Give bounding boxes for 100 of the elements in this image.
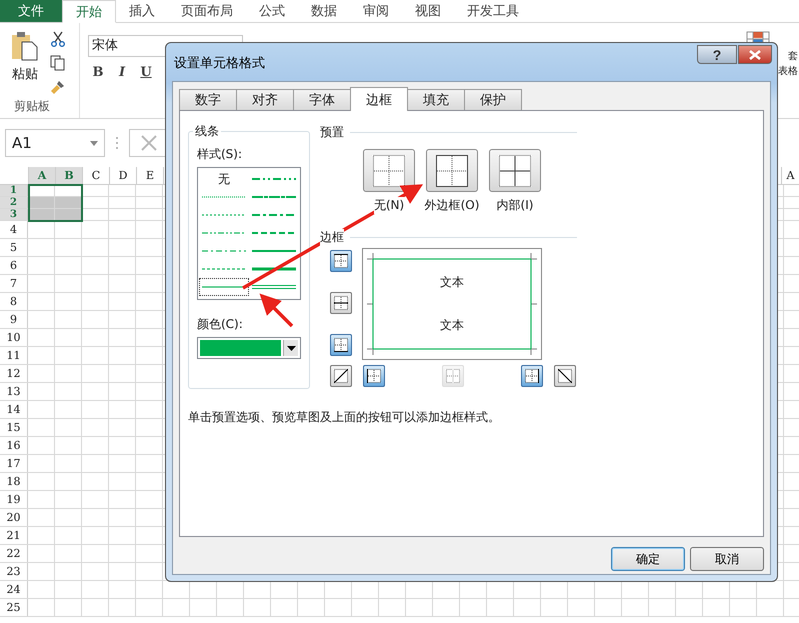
dialog-tab[interactable]: 填充 [407,89,465,110]
section-title: 边框 [320,228,344,246]
row-header[interactable]: 8 [0,293,28,310]
border-button[interactable] [330,292,352,314]
row-header[interactable]: 24 [0,581,28,598]
close-button[interactable] [738,45,772,64]
scissors-icon[interactable] [50,31,66,47]
preset-label: 外边框(O) [424,197,480,214]
row-header[interactable]: 19 [0,491,28,508]
border-button[interactable] [363,365,385,387]
close-icon [139,133,159,153]
selected-cell[interactable] [55,197,82,208]
row-header[interactable]: 7 [0,275,28,292]
dialog-tab[interactable]: 边框 [350,87,408,111]
column-header[interactable]: E [137,167,164,184]
dialog-tab[interactable]: 字体 [293,89,351,110]
row-header[interactable]: 1 [0,185,28,196]
line-style-icon [252,284,296,290]
color-dropdown[interactable] [197,337,301,359]
dropdown-icon[interactable] [90,140,98,146]
border-button[interactable] [330,334,352,356]
row-header[interactable]: 5 [0,239,28,256]
row-header[interactable]: 13 [0,383,28,400]
column-header[interactable]: C [83,167,110,184]
format-button[interactable]: U [136,65,156,80]
brush-icon[interactable] [50,79,66,95]
section-title: 预置 [320,124,344,140]
line-style-option[interactable] [199,278,249,296]
border-button[interactable] [330,250,352,272]
row-header[interactable]: 6 [0,257,28,274]
ribbon-tab[interactable]: 公式 [246,0,298,22]
row-header[interactable]: 17 [0,455,28,472]
row-header[interactable]: 9 [0,311,28,328]
dialog-button[interactable]: 确定 [611,547,685,571]
line-style-icon [252,230,296,236]
column-header[interactable]: A [781,167,799,184]
border-button[interactable] [521,365,543,387]
row-header[interactable]: 10 [0,329,28,346]
row-header[interactable]: 2 [0,197,28,208]
column-header[interactable]: A [29,167,56,184]
border-button[interactable] [554,365,576,387]
selected-cell[interactable] [28,209,55,220]
line-style-icon [252,266,296,272]
ribbon-label[interactable]: 套 [788,49,798,64]
row-header[interactable]: 18 [0,473,28,490]
row-header[interactable]: 12 [0,365,28,382]
ribbon-tab[interactable]: 视图 [402,0,454,22]
clipboard-icon[interactable] [10,31,40,61]
name-box[interactable]: A1 [5,129,105,157]
line-style-icon [252,212,296,218]
dialog-tab[interactable]: 保护 [464,89,522,110]
ribbon-label[interactable]: 表格 [778,64,798,79]
column-header[interactable]: D [110,167,137,184]
ribbon-tab[interactable]: 数据 [298,0,350,22]
ribbon-tab[interactable]: 开发工具 [454,0,532,22]
line-style-option[interactable]: 无 [199,170,249,188]
line-style-icon [202,230,246,236]
selected-cell[interactable] [28,197,55,208]
copy-icon[interactable] [50,55,66,71]
row-header[interactable]: 23 [0,563,28,580]
border-button[interactable] [330,365,352,387]
dialog-title: 设置单元格格式 [174,55,265,72]
ribbon-tab[interactable]: 开始 [62,0,116,23]
format-button[interactable]: I [112,65,132,80]
format-button[interactable]: B [88,65,108,80]
selection-outline [28,184,83,222]
row-header[interactable]: 4 [0,221,28,238]
row-header[interactable]: 15 [0,419,28,436]
preset-label: 无(N) [374,197,404,214]
ribbon-tab[interactable]: 页面布局 [168,0,246,22]
dialog-tab[interactable]: 数字 [179,89,237,110]
help-button[interactable]: ? [697,45,737,64]
dialog-tab[interactable]: 对齐 [236,89,294,110]
file-tab[interactable]: 文件 [0,0,62,22]
row-header[interactable]: 25 [0,599,28,616]
line-style-icon [202,266,246,272]
paste-label[interactable]: 粘贴 [12,65,38,83]
line-style-icon [202,212,246,218]
row-header[interactable]: 16 [0,437,28,454]
row-header[interactable]: 11 [0,347,28,364]
ribbon-tab[interactable]: 插入 [116,0,168,22]
column-header[interactable]: B [56,167,83,184]
row-header[interactable]: 14 [0,401,28,418]
annotation-arrow [260,294,294,328]
preset-label: 内部(I) [496,197,534,214]
row-header[interactable]: 22 [0,545,28,562]
line-style-list[interactable]: 无 [197,167,301,300]
row-header[interactable]: 21 [0,527,28,544]
ribbon-tab[interactable]: 审阅 [350,0,402,22]
preset-button[interactable] [426,149,478,192]
preset-button[interactable] [489,149,541,192]
more-icon[interactable] [115,136,119,150]
line-style-icon [252,176,296,182]
row-header[interactable]: 3 [0,209,28,220]
dialog-button[interactable]: 取消 [690,547,764,571]
selected-cell[interactable] [55,209,82,220]
border-preview[interactable]: 文本 文本 [362,248,542,360]
preset-button[interactable] [363,149,415,192]
row-header[interactable]: 20 [0,509,28,526]
color-label: 颜色(C): [197,316,244,333]
